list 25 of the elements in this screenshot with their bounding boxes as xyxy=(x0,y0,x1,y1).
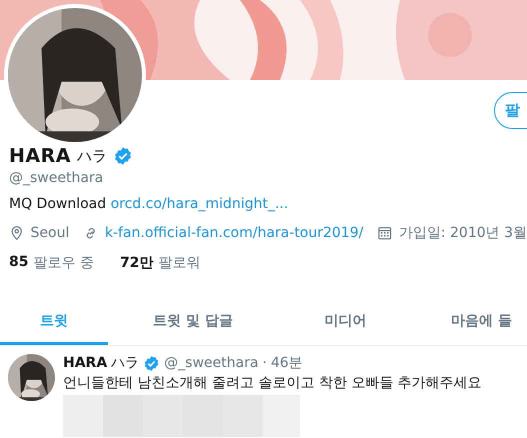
stat-label[interactable]: 팔로워 xyxy=(158,254,200,272)
stat-count[interactable]: 72만 xyxy=(120,254,154,272)
profile-tab[interactable]: 마음에 들 xyxy=(413,299,527,345)
profile-handle: @_sweethara xyxy=(9,170,104,186)
bio-text: MQ Download xyxy=(9,196,106,212)
follow-button[interactable]: 팔 xyxy=(494,92,527,129)
profile-tab[interactable]: 트윗 및 답글 xyxy=(108,299,278,345)
calendar-icon xyxy=(377,225,393,241)
tweet-handle: @_sweethara xyxy=(164,355,258,371)
tweet-time[interactable]: 46분 xyxy=(270,354,303,372)
bio-link[interactable]: orcd.co/hara_midnight_... xyxy=(110,196,288,212)
name-suffix: ハラ xyxy=(76,146,107,166)
stat-count[interactable]: 85 xyxy=(9,254,28,272)
profile-tab[interactable]: 트윗 xyxy=(0,299,108,345)
stat-label[interactable]: 팔로우 중 xyxy=(33,254,94,272)
tweet-author[interactable]: HARA xyxy=(63,355,108,371)
tweet-text: 언니들한테 남친소개해 줄려고 솔로이고 착한 오빠들 추가해주세요 xyxy=(63,374,482,392)
location-text: Seoul xyxy=(30,225,70,241)
name-suffix: ハラ xyxy=(111,354,140,372)
website-link[interactable]: k-fan.official-fan.com/hara-tour2019/ xyxy=(104,225,364,241)
separator-dot: · xyxy=(262,355,267,371)
joined-date: 가입일: 2010년 3월 xyxy=(398,224,527,242)
profile-tab[interactable]: 미디어 xyxy=(278,299,413,345)
profile-name: HARA xyxy=(9,145,71,167)
location-pin-icon xyxy=(9,225,24,241)
